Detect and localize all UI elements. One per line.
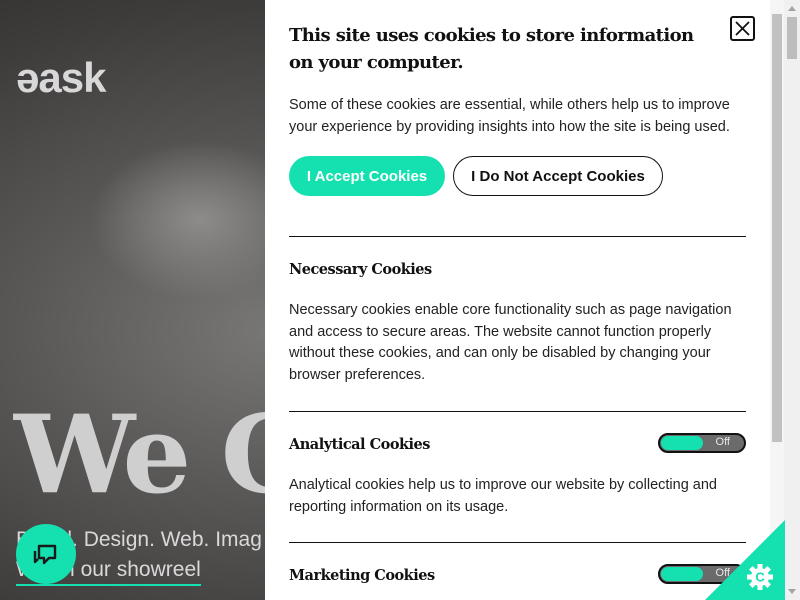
- cookie-consent-panel: This site uses cookies to store informat…: [265, 0, 770, 600]
- analytical-cookies-title: Analytical Cookies: [289, 436, 430, 453]
- logo-text: ǝask: [16, 54, 106, 101]
- toggle-state-label: Off: [715, 436, 730, 448]
- chevron-up-icon: [788, 6, 796, 11]
- analytical-cookies-text: Analytical cookies help us to improve ou…: [289, 477, 717, 515]
- cookie-panel-intro: Some of these cookies are essential, whi…: [289, 97, 730, 135]
- toggle-knob: [661, 567, 703, 581]
- svg-text:C: C: [755, 570, 765, 585]
- cookie-gear-icon: C: [705, 520, 785, 600]
- panel-scrollbar-thumb[interactable]: [772, 14, 782, 442]
- site-logo[interactable]: ǝask: [16, 54, 106, 101]
- close-icon: [735, 21, 750, 36]
- scroll-up-arrow[interactable]: [784, 0, 800, 16]
- page-scrollbar[interactable]: [784, 0, 800, 600]
- page-scrollbar-thumb[interactable]: [787, 17, 797, 59]
- cookie-panel-title: This site uses cookies to store informat…: [289, 25, 694, 73]
- necessary-cookies-text: Necessary cookies enable core functional…: [289, 302, 732, 383]
- marketing-cookies-title: Marketing Cookies: [289, 567, 435, 584]
- section-divider: [289, 236, 746, 237]
- chat-button[interactable]: [16, 524, 76, 584]
- scroll-down-arrow[interactable]: [784, 584, 800, 600]
- section-divider: [289, 411, 746, 412]
- accept-cookies-button[interactable]: I Accept Cookies: [289, 156, 445, 196]
- close-button[interactable]: [730, 16, 755, 41]
- decline-cookies-button[interactable]: I Do Not Accept Cookies: [453, 156, 663, 196]
- toggle-knob: [661, 436, 703, 450]
- necessary-cookies-title: Necessary Cookies: [289, 261, 432, 278]
- panel-scrollbar[interactable]: [770, 0, 784, 600]
- chat-icon: [33, 544, 57, 565]
- hero-title: We C: [14, 392, 307, 518]
- cookie-control-badge[interactable]: C: [705, 520, 785, 600]
- section-divider: [289, 542, 746, 543]
- analytical-cookies-toggle[interactable]: Off: [658, 433, 746, 453]
- chevron-down-icon: [788, 589, 796, 594]
